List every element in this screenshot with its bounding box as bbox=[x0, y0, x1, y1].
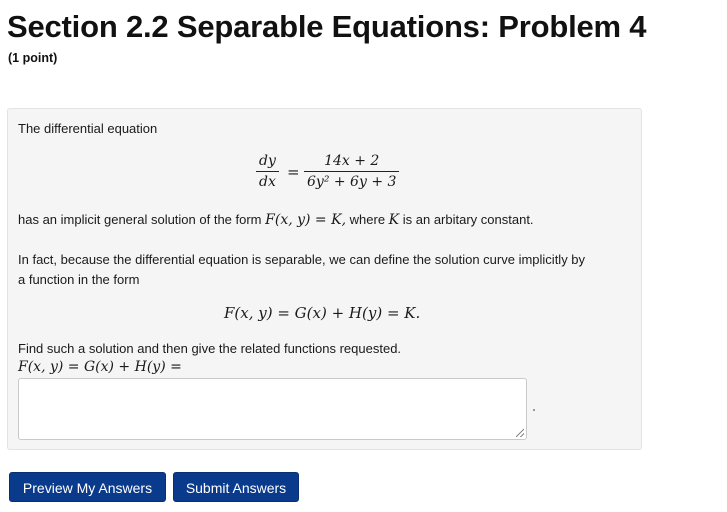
feedback-marker bbox=[533, 409, 535, 411]
page-title: Section 2.2 Separable Equations: Problem… bbox=[7, 9, 647, 44]
find-solution-text: Find such a solution and then give the r… bbox=[18, 341, 402, 356]
problem-box: The differential equation dy dx = 14x + … bbox=[7, 108, 642, 450]
implicit-suffix: is an arbitary constant. bbox=[399, 212, 534, 227]
implicit-K-symbol: K bbox=[388, 212, 400, 228]
answer-label: F(x, y) = G(x) + H(y) = bbox=[18, 359, 182, 375]
implicit-prefix: has an implicit general solution of the … bbox=[18, 212, 266, 227]
problem-page: Section 2.2 Separable Equations: Problem… bbox=[0, 0, 727, 512]
ode-rhs-numerator: 14x + 2 bbox=[324, 153, 380, 169]
form-equation: F(x, y) = G(x) + H(y) = K. bbox=[224, 304, 421, 322]
intro-text: The differential equation bbox=[18, 121, 158, 136]
implicit-middle: where bbox=[346, 212, 389, 227]
resize-grip-icon[interactable] bbox=[516, 429, 524, 437]
preview-answers-button[interactable]: Preview My Answers bbox=[9, 472, 166, 502]
ode-lhs-fraction: dy dx bbox=[256, 153, 279, 190]
answer-textarea[interactable] bbox=[18, 378, 527, 440]
implicit-solution-text: has an implicit general solution of the … bbox=[18, 212, 534, 228]
submit-answers-button[interactable]: Submit Answers bbox=[173, 472, 299, 502]
ode-rhs-denominator: 6y² + 6y + 3 bbox=[304, 171, 400, 190]
separable-text-line-2: a function in the form bbox=[18, 272, 140, 287]
ode-lhs-denominator: dx bbox=[256, 171, 279, 190]
ode-rhs-fraction: 14x + 2 6y² + 6y + 3 bbox=[304, 153, 400, 190]
ode-equals-sign: = bbox=[287, 163, 300, 181]
separable-text-line-1: In fact, because the differential equati… bbox=[18, 252, 586, 267]
points-label: (1 point) bbox=[8, 51, 58, 65]
ode-lhs-numerator: dy bbox=[259, 153, 276, 169]
implicit-F-expression: F(x, y) = K, bbox=[265, 212, 347, 228]
